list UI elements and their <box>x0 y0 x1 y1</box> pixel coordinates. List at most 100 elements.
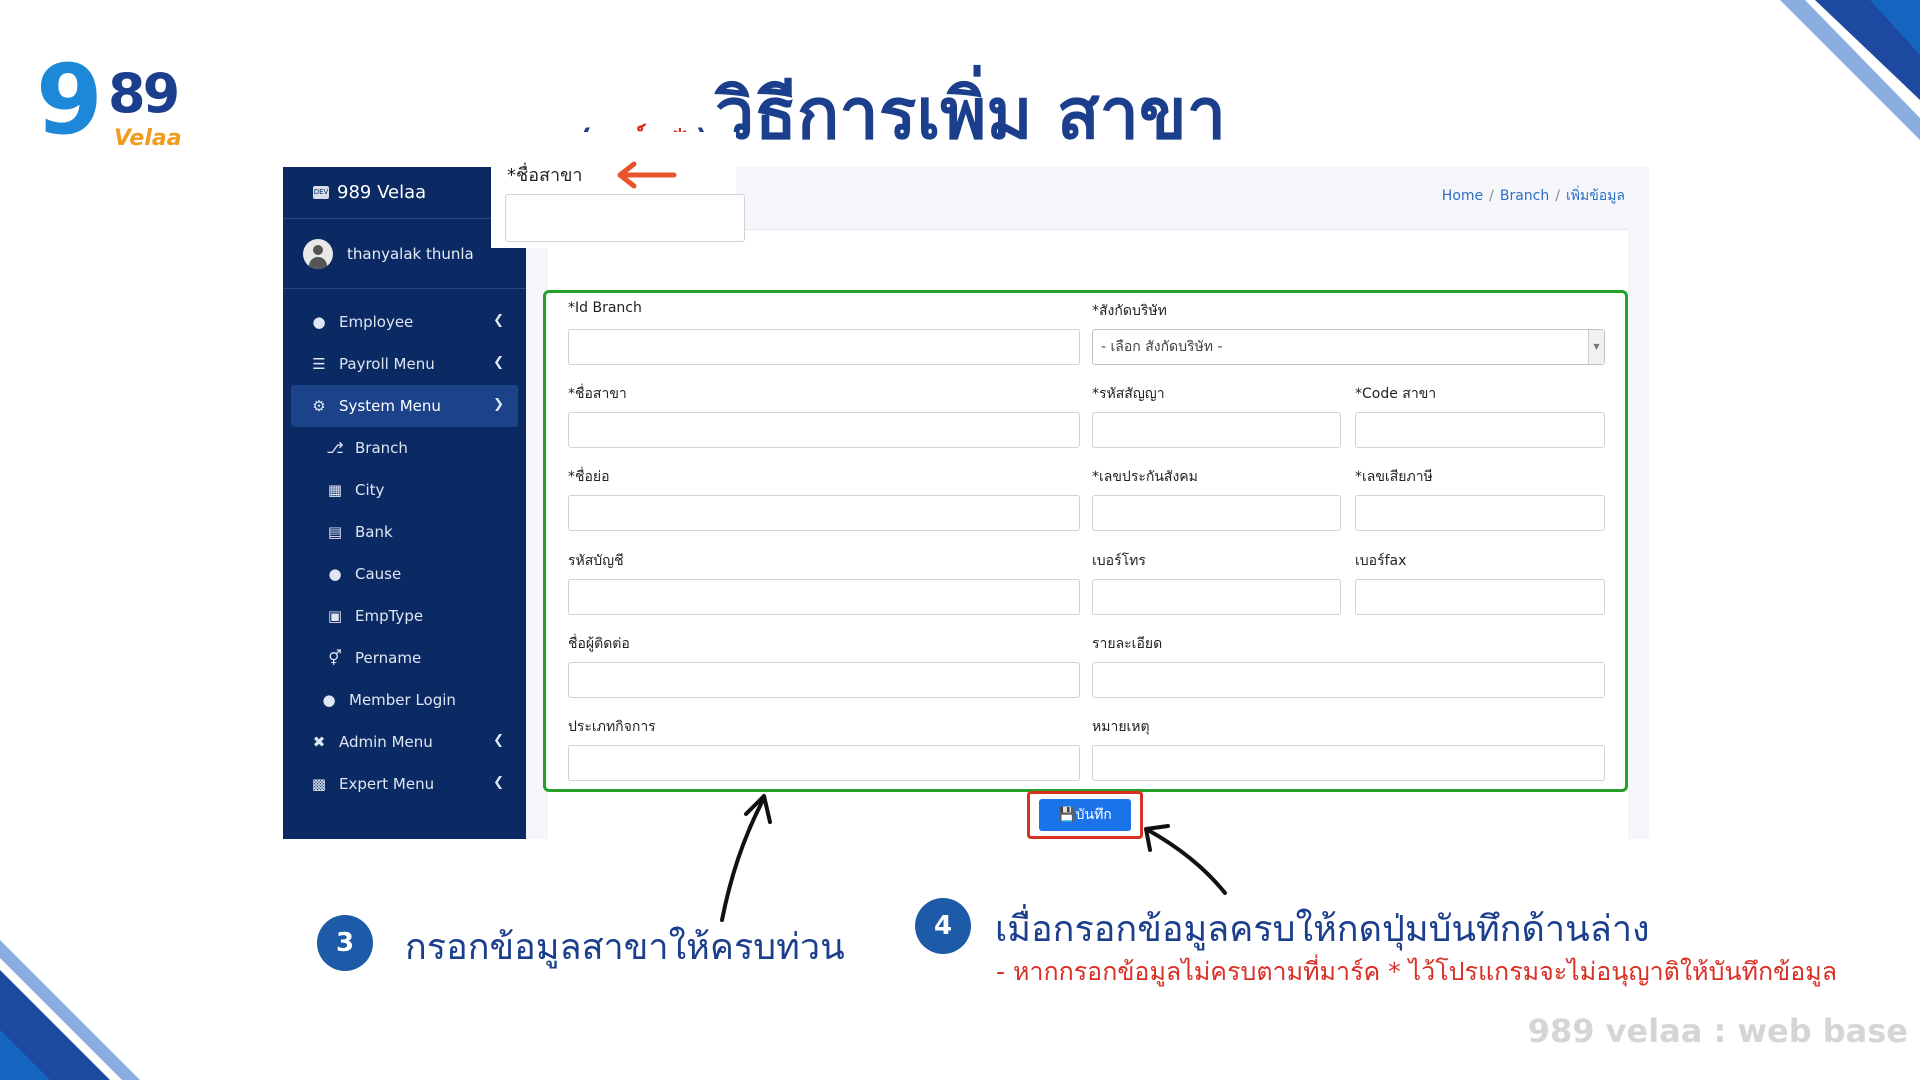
save-icon: 💾 <box>1058 807 1076 823</box>
user-name: thanyalak thunla <box>347 244 474 263</box>
branch-name-callout: *ชื่อสาขา <box>491 132 745 248</box>
brand-name: 989 Velaa <box>337 182 427 203</box>
sidebar-item-bank[interactable]: ▤ Bank <box>283 511 526 553</box>
callout-label: *ชื่อสาขา <box>507 165 583 186</box>
branch-name-input[interactable] <box>568 412 1080 448</box>
breadcrumb-separator: / <box>1489 188 1494 204</box>
sidebar-item-employee[interactable]: ● Employee ❮ <box>283 301 526 343</box>
sidebar-item-member-login[interactable]: ● Member Login <box>283 679 526 721</box>
breadcrumb-separator: / <box>1555 188 1560 204</box>
label-business-type: ประเภทกิจการ <box>568 719 656 735</box>
label-contract-code: *รหัสสัญญา <box>1092 386 1165 402</box>
branch-icon: ⎇ <box>326 439 344 457</box>
callout-input[interactable] <box>505 194 745 242</box>
label-branch-name: *ชื่อสาขา <box>568 386 627 402</box>
sidebar-item-expert-menu[interactable]: ▩ Expert Menu ❮ <box>283 763 526 805</box>
arrow-to-save-icon <box>1144 824 1227 895</box>
label-id-branch: *Id Branch <box>568 300 642 316</box>
sidebar-item-pername[interactable]: ⚥ Pername <box>283 637 526 679</box>
sidebar-item-label: System Menu <box>339 397 441 415</box>
sidebar-item-label: Pername <box>355 649 422 667</box>
save-button[interactable]: 💾บันทึก <box>1039 799 1131 831</box>
sidebar-item-label: Employee <box>339 313 414 331</box>
sidebar-brand[interactable]: DEV 989 Velaa <box>283 167 526 219</box>
contract-code-input[interactable] <box>1092 412 1341 448</box>
sidebar-item-label: Cause <box>355 565 402 583</box>
detail-input[interactable] <box>1092 662 1605 698</box>
arrow-to-form-icon <box>720 794 772 922</box>
breadcrumb-home[interactable]: Home <box>1442 188 1483 204</box>
label-account-code: รหัสบัญชี <box>568 553 624 569</box>
logo-digits: 89 <box>108 62 180 125</box>
branch-form-highlight: *Id Branch *สังกัดบริษัท - เลือก สังกัดบ… <box>543 290 1628 792</box>
velaa-logo: 9 89 Velaa <box>36 52 186 162</box>
save-button-highlight: 💾บันทึก <box>1027 791 1143 839</box>
label-abbr: *ชื่อย่อ <box>568 469 610 485</box>
label-tax-no: *เลขเสียภาษี <box>1355 469 1433 485</box>
abbr-input[interactable] <box>568 495 1080 531</box>
tools-icon: ✖ <box>312 733 326 751</box>
sidebar-item-city[interactable]: ▦ City <box>283 469 526 511</box>
step-4-text: เมื่อกรอกข้อมูลครบให้กดปุ่มบันทึกด้านล่า… <box>995 909 1650 950</box>
social-security-input[interactable] <box>1092 495 1341 531</box>
label-code-branch: *Code สาขา <box>1355 386 1437 402</box>
company-select-value: - เลือก สังกัดบริษัท - <box>1101 339 1223 355</box>
sidebar: DEV 989 Velaa thanyalak thunla ● Employee ❮… <box>283 167 526 839</box>
sidebar-item-admin-menu[interactable]: ✖ Admin Menu ❮ <box>283 721 526 763</box>
page-title: วิธีการเพิ่ม สาขา <box>715 73 1227 155</box>
sidebar-item-emptype[interactable]: ▣ EmpType <box>283 595 526 637</box>
chevron-left-icon: ❮ <box>493 355 504 370</box>
breadcrumb: Home / Branch / เพิ่มข้อมูล <box>1442 185 1625 207</box>
user-lock-icon: ● <box>322 691 336 709</box>
sidebar-item-label: Payroll Menu <box>339 355 435 373</box>
fax-input[interactable] <box>1355 579 1605 615</box>
business-type-input[interactable] <box>568 745 1080 781</box>
sidebar-item-payroll-menu[interactable]: ☰ Payroll Menu ❮ <box>283 343 526 385</box>
id-branch-input[interactable] <box>568 329 1080 365</box>
sidebar-nav: ● Employee ❮ ☰ Payroll Menu ❮ ⚙ System Menu ❯ … <box>283 289 526 805</box>
sidebar-item-branch[interactable]: ⎇ Branch <box>283 427 526 469</box>
paypal-icon: ☰ <box>312 355 326 373</box>
label-remark: หมายเหตุ <box>1092 719 1150 735</box>
logo-wordmark: Velaa <box>114 126 182 151</box>
dev-badge-icon: DEV <box>313 186 329 199</box>
company-select[interactable]: - เลือก สังกัดบริษัท - ▼ <box>1092 329 1605 365</box>
orange-arrow-icon <box>617 161 677 189</box>
user-minus-icon: ● <box>328 565 342 583</box>
code-branch-input[interactable] <box>1355 412 1605 448</box>
chevron-left-icon: ❮ <box>493 775 504 790</box>
sidebar-item-label: Member Login <box>349 691 456 709</box>
sidebar-item-label: Admin Menu <box>339 733 433 751</box>
city-icon: ▦ <box>327 481 343 499</box>
tax-no-input[interactable] <box>1355 495 1605 531</box>
logo-nine: 9 <box>36 44 103 156</box>
select-arrow-icon: ▼ <box>1588 330 1604 364</box>
gender-icon: ⚥ <box>328 649 342 667</box>
chevron-left-icon: ❮ <box>493 733 504 748</box>
step-3-badge: 3 <box>317 915 373 971</box>
sidebar-user[interactable]: thanyalak thunla <box>283 219 526 289</box>
bank-icon: ▤ <box>327 523 343 541</box>
sidebar-item-cause[interactable]: ● Cause <box>283 553 526 595</box>
label-contact-name: ชื่อผู้ติดต่อ <box>568 636 630 652</box>
breadcrumb-branch[interactable]: Branch <box>1500 188 1549 204</box>
account-code-input[interactable] <box>568 579 1080 615</box>
chevron-left-icon: ❮ <box>493 313 504 328</box>
save-button-label: บันทึก <box>1075 807 1112 823</box>
avatar <box>303 238 333 269</box>
remark-textarea[interactable] <box>1092 745 1605 781</box>
step-4-badge: 4 <box>915 898 971 954</box>
contact-name-input[interactable] <box>568 662 1080 698</box>
chalkboard-icon: ▣ <box>327 607 343 625</box>
sidebar-item-label: Expert Menu <box>339 775 435 793</box>
cogs-icon: ⚙ <box>312 397 326 415</box>
corner-decoration-bottom-left <box>0 940 140 1080</box>
label-detail: รายละเอียด <box>1092 636 1163 652</box>
phone-input[interactable] <box>1092 579 1341 615</box>
chevron-down-icon: ❯ <box>493 397 504 412</box>
label-phone: เบอร์โทร <box>1092 553 1146 569</box>
sidebar-item-system-menu[interactable]: ⚙ System Menu ❯ <box>291 385 518 427</box>
sidebar-item-label: City <box>355 481 385 499</box>
user-icon: ● <box>312 313 326 331</box>
step-3-text: กรอกข้อมูลสาขาให้ครบท่วน <box>405 927 845 968</box>
